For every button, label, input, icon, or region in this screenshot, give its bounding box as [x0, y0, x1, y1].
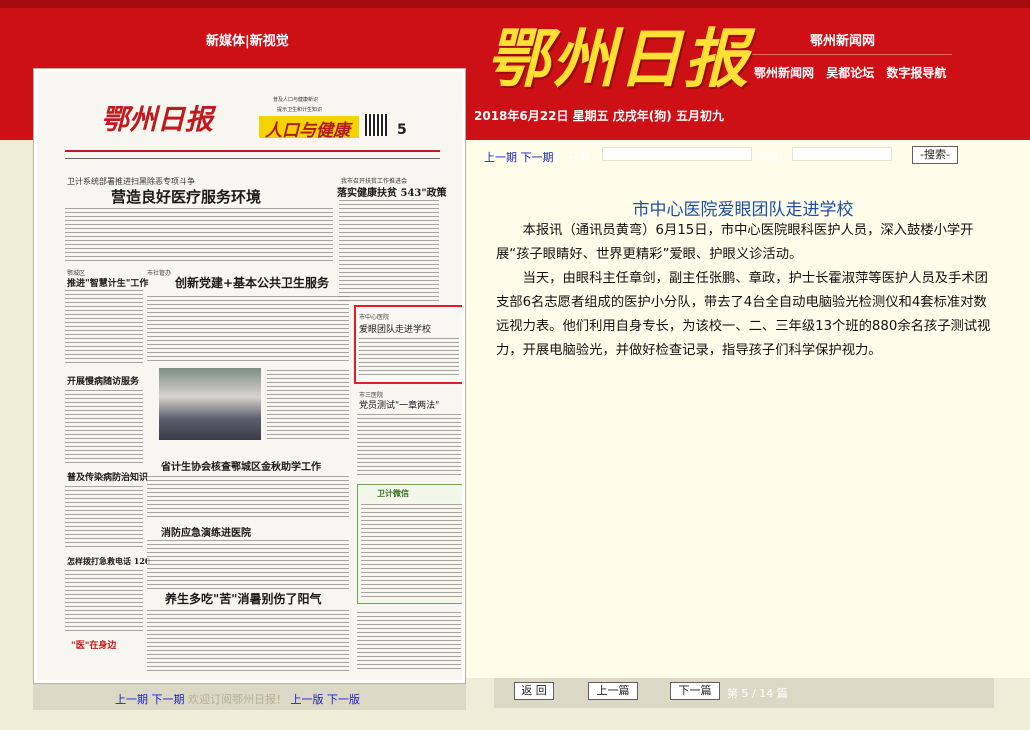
header-slogan: 新媒体|新视觉	[206, 34, 289, 49]
header-divider	[752, 54, 952, 55]
paper-right-title-2: 党员测试"一章两法"	[359, 401, 440, 411]
search-issue-nav: 上一期 下一期	[484, 149, 554, 165]
link-digital-nav[interactable]: 数字报导航	[886, 66, 946, 80]
title-input[interactable]	[792, 147, 892, 161]
boxed-article-title: 爱眼团队走进学校	[359, 325, 432, 335]
article-paragraph: 本报讯（通讯员黄弯）6月15日，市中心医院眼科医护人员，深入鼓楼小学开展“孩子眼…	[496, 223, 974, 262]
paper-text-block	[357, 610, 461, 672]
newspaper-page-image[interactable]: 鄂州日报 普及人口与健康新识 提示卫生和计生知识 人口与健康 5 卫计系统部署推…	[37, 72, 462, 680]
paper-band-sub: 提示卫生和计生知识	[277, 107, 323, 113]
next-page-link[interactable]: 下一版	[327, 693, 360, 706]
paper-text-block	[65, 388, 143, 464]
article-title: 市中心医院爱眼团队走进学校	[632, 200, 854, 220]
paper-ad-title: 卫计微信	[377, 489, 409, 498]
article-paragraph: 当天，由眼科主任章剑，副主任张鹏、章政，护士长霍淑萍等医护人员及手术团支部6名志…	[496, 271, 991, 358]
paper-band-top: 普及人口与健康新识	[273, 97, 319, 103]
prev-issue-link[interactable]: 上一期	[115, 693, 148, 706]
page-nav-links: 上一期 下一期 欢迎订阅鄂州日报！ 上一版 下一版	[115, 691, 360, 707]
paper-mid-title-1: 创新党建+基本公共卫生服务	[175, 276, 330, 290]
title-label: 标题：	[756, 151, 789, 164]
prev-page-link[interactable]: 上一版	[291, 693, 324, 706]
link-wudu-forum[interactable]: 吴都论坛	[826, 66, 874, 80]
paper-text-block	[361, 502, 462, 600]
qr-code-icon	[365, 114, 387, 136]
paper-text-block	[147, 294, 349, 364]
search-button[interactable]: -搜索-	[912, 146, 958, 164]
paper-mid-title-3: 省计生协会核查鄂城区金秋助学工作	[161, 462, 321, 473]
issue-date: 2018年6月22日 星期五 戊戌年(狗) 五月初九	[474, 109, 724, 123]
date-label: 日期：	[568, 151, 601, 164]
paper-left-title-4: 怎样拨打急救电话 120	[67, 556, 151, 566]
paper-text-block	[65, 484, 143, 550]
paper-text-block	[357, 412, 461, 478]
masthead-logo: 鄂州日报	[486, 22, 750, 97]
paper-rule-top	[65, 150, 440, 152]
next-article-button[interactable]: 下一篇	[670, 682, 720, 700]
link-news-site[interactable]: 鄂州新闻网	[754, 66, 814, 80]
search-bar: 上一期 下一期 日期： 标题： -搜索-	[466, 140, 1030, 168]
date-input[interactable]	[602, 147, 752, 161]
paper-text-block	[267, 368, 349, 440]
paper-mid-tag: 市社管办	[147, 270, 172, 277]
prev-article-button[interactable]: 上一篇	[588, 682, 638, 700]
back-button[interactable]: 返 回	[514, 682, 554, 700]
paper-band-title: 人口与健康	[265, 121, 350, 141]
paper-text-block	[65, 288, 143, 366]
paper-text-block	[147, 474, 349, 520]
paper-photo	[159, 368, 261, 440]
next-issue-link[interactable]: 下一期	[152, 693, 185, 706]
paper-rule-meta	[65, 158, 440, 159]
boxed-article-tag: 市中心医院	[359, 314, 390, 321]
site-title-link[interactable]: 鄂州新闻网	[810, 30, 875, 49]
paper-text-block	[65, 568, 143, 634]
paper-logo: 鄂州日报	[101, 103, 214, 136]
paper-text-block	[339, 198, 439, 302]
paper-page-number: 5	[397, 122, 407, 138]
header-stripe	[0, 0, 1030, 8]
paper-left-title-3: 普及传染病防治知识	[67, 473, 149, 483]
page-nav-bar: 上一期 下一期 欢迎订阅鄂州日报！ 上一版 下一版	[33, 684, 466, 710]
article-page-info: 第 5 / 14 篇	[727, 687, 788, 700]
paper-text-block	[147, 538, 349, 590]
paper-text-block	[65, 206, 333, 264]
search-prev-issue-link[interactable]: 上一期	[484, 151, 517, 164]
article-body: 本报讯（通讯员黄弯）6月15日，市中心医院眼科医护人员，深入鼓楼小学开展“孩子眼…	[496, 219, 996, 363]
paper-mid-title-5: 养生多吃"苦"消暑别伤了阳气	[165, 592, 322, 606]
header-links: 鄂州新闻网 吴都论坛 数字报导航	[754, 64, 954, 81]
search-next-issue-link[interactable]: 下一期	[521, 151, 554, 164]
newspaper-page-frame: 鄂州日报 普及人口与健康新识 提示卫生和计生知识 人口与健康 5 卫计系统部署推…	[33, 68, 466, 684]
paper-headline-right: 落实健康扶贫 543"政策	[337, 188, 447, 199]
paper-headline: 营造良好医疗服务环境	[111, 188, 262, 206]
paper-text-block	[147, 608, 349, 672]
marquee-text: 欢迎订阅鄂州日报！	[188, 693, 287, 706]
paper-bottom-logo: "医"在身边	[71, 641, 117, 651]
paper-text-block	[359, 336, 459, 376]
paper-mid-title-4: 消防应急演练进医院	[161, 528, 251, 539]
paper-left-title-2: 开展慢病随访服务	[67, 377, 140, 387]
